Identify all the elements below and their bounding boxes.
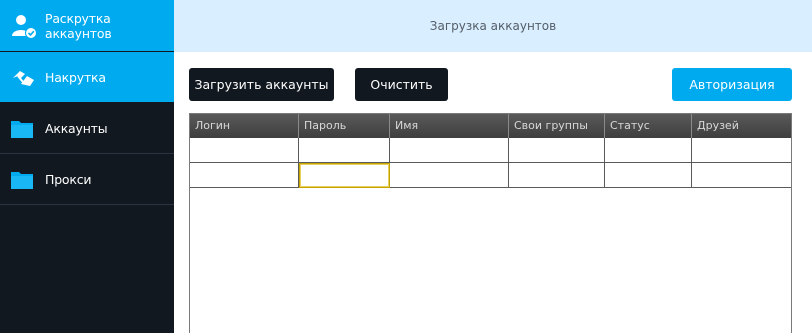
user-check-icon: [10, 12, 38, 40]
sidebar-item-label: Аккаунты: [45, 120, 108, 136]
accounts-table[interactable]: Логин Пароль Имя Свои группы Статус Друз…: [189, 113, 792, 333]
table-cell[interactable]: [605, 138, 692, 163]
table-cell[interactable]: [692, 163, 791, 188]
table-cell[interactable]: [299, 138, 390, 163]
sidebar-item-boost[interactable]: Накрутка: [0, 52, 174, 102]
table-cell[interactable]: [190, 138, 299, 163]
sidebar-item-proxies[interactable]: Прокси: [0, 154, 174, 205]
table-cell[interactable]: [390, 138, 509, 163]
folder-icon: [10, 166, 38, 194]
clear-button[interactable]: Очистить: [355, 68, 448, 101]
sidebar-item-accounts[interactable]: Аккаунты: [0, 103, 174, 154]
hands-icon: [10, 64, 38, 92]
page-title: Загрузка аккаунтов: [429, 19, 557, 33]
sidebar-item-label: Прокси: [45, 171, 92, 187]
sidebar-item-account-promotion[interactable]: Раскрутка аккаунтов: [0, 0, 174, 51]
column-header-status[interactable]: Статус: [605, 114, 692, 138]
page-title-bar: Загрузка аккаунтов: [174, 0, 812, 52]
load-accounts-button[interactable]: Загрузить аккаунты: [189, 68, 334, 101]
folder-icon: [10, 115, 38, 143]
column-header-name[interactable]: Имя: [390, 114, 509, 138]
column-header-password[interactable]: Пароль: [299, 114, 390, 138]
column-header-friends[interactable]: Друзей: [692, 114, 791, 138]
table-cell[interactable]: [190, 163, 299, 188]
table-cell-selected[interactable]: [299, 163, 390, 188]
sidebar-item-label: Накрутка: [45, 69, 106, 85]
table-cell[interactable]: [605, 163, 692, 188]
authorize-button[interactable]: Авторизация: [672, 68, 792, 101]
sidebar-item-label: Раскрутка аккаунтов: [45, 10, 112, 41]
table-cell[interactable]: [509, 163, 605, 188]
table-cell[interactable]: [390, 163, 509, 188]
table-header: Логин Пароль Имя Свои группы Статус Друз…: [190, 114, 791, 138]
table-cell[interactable]: [509, 138, 605, 163]
column-header-login[interactable]: Логин: [190, 114, 299, 138]
sidebar: Раскрутка аккаунтов Накрутка Аккаунты Пр…: [0, 0, 174, 333]
table-cell[interactable]: [692, 138, 791, 163]
column-header-own-groups[interactable]: Свои группы: [509, 114, 605, 138]
